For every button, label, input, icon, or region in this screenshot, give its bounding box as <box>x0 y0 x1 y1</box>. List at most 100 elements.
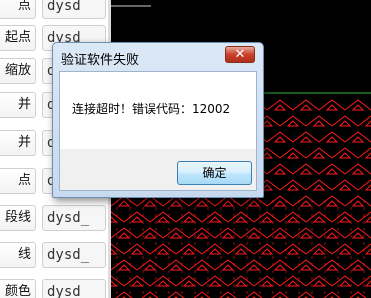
panel-row-button[interactable]: 颜色 <box>0 279 36 298</box>
error-message: 连接超时！错误代码：12002 <box>72 102 231 116</box>
pattern-triangle <box>182 248 196 255</box>
pattern-triangle <box>351 168 365 175</box>
pattern-triangle <box>312 184 326 191</box>
pattern-triangle <box>286 248 300 255</box>
panel-row-button[interactable]: 段线 <box>0 205 36 231</box>
pattern-triangle <box>312 280 326 287</box>
pattern-triangle <box>130 248 144 255</box>
pattern-triangle <box>247 200 261 207</box>
pattern-triangle <box>260 248 274 255</box>
dialog-title: 验证软件失败 <box>61 53 140 68</box>
pattern-triangle <box>286 280 300 287</box>
pattern-chevron <box>357 275 371 287</box>
pattern-triangle <box>351 264 365 271</box>
pattern-triangle <box>221 232 235 239</box>
pattern-triangle <box>156 216 170 223</box>
pattern-chevron <box>357 147 371 159</box>
pattern-triangle <box>312 120 326 127</box>
pattern-triangle <box>299 136 313 143</box>
pattern-triangle <box>156 248 170 255</box>
pattern-triangle <box>143 200 157 207</box>
pattern-triangle <box>273 136 287 143</box>
pattern-triangle <box>325 168 339 175</box>
pattern-triangle <box>299 200 313 207</box>
close-icon: ✕ <box>234 47 246 62</box>
pattern-triangle <box>208 280 222 287</box>
pattern-triangle <box>312 248 326 255</box>
pattern-triangle <box>338 248 352 255</box>
panel-row-input[interactable]: dysd_ <box>42 205 106 231</box>
panel-row-button[interactable]: 并 <box>0 92 36 118</box>
pattern-triangle <box>111 216 118 223</box>
pattern-triangle <box>182 280 196 287</box>
pattern-chevron <box>357 179 371 191</box>
pattern-triangle <box>338 280 352 287</box>
pattern-triangle <box>364 216 371 223</box>
pattern-triangle <box>325 232 339 239</box>
panel-row-button[interactable]: 并 <box>0 130 36 156</box>
pattern-triangle <box>143 232 157 239</box>
pattern-triangle <box>286 120 300 127</box>
ok-button[interactable]: 确定 <box>177 161 252 185</box>
pattern-triangle <box>234 248 248 255</box>
pattern-triangle <box>169 232 183 239</box>
pattern-triangle <box>351 104 365 111</box>
pattern-triangle <box>351 200 365 207</box>
pattern-chevron <box>111 243 125 255</box>
pattern-triangle <box>234 280 248 287</box>
pattern-triangle <box>338 184 352 191</box>
message-area: 连接超时！错误代码：12002 <box>60 72 256 149</box>
panel-row: 颜色 dysd <box>0 279 108 298</box>
pattern-triangle <box>169 264 183 271</box>
pattern-triangle <box>247 232 261 239</box>
pattern-triangle <box>234 216 248 223</box>
pattern-triangle <box>299 168 313 175</box>
close-button[interactable]: ✕ <box>225 46 255 63</box>
pattern-triangle <box>286 184 300 191</box>
pattern-triangle <box>338 216 352 223</box>
pattern-triangle <box>325 136 339 143</box>
pattern-triangle <box>273 200 287 207</box>
pattern-triangle <box>312 216 326 223</box>
pattern-triangle <box>260 216 274 223</box>
pattern-triangle <box>364 152 371 159</box>
pattern-triangle <box>195 264 209 271</box>
pattern-triangle <box>364 184 371 191</box>
pattern-triangle <box>286 152 300 159</box>
pattern-triangle <box>195 200 209 207</box>
pattern-triangle <box>338 152 352 159</box>
panel-row-button[interactable]: 起点 <box>0 25 36 51</box>
pattern-triangle <box>273 264 287 271</box>
error-dialog: 验证软件失败 ✕ 连接超时！错误代码：12002 确定 <box>52 42 264 198</box>
pattern-triangle <box>364 120 371 127</box>
pattern-triangle <box>299 232 313 239</box>
pattern-triangle <box>273 232 287 239</box>
panel-row: 点 dysd <box>0 0 108 19</box>
panel-row-button[interactable]: 缩放 <box>0 58 36 84</box>
pattern-triangle <box>351 232 365 239</box>
pattern-triangle <box>208 248 222 255</box>
pattern-triangle <box>182 216 196 223</box>
pattern-chevron <box>357 115 371 127</box>
pattern-triangle <box>364 248 371 255</box>
pattern-triangle <box>156 280 170 287</box>
pattern-triangle <box>312 152 326 159</box>
pattern-triangle <box>325 104 339 111</box>
pattern-triangle <box>111 280 118 287</box>
panel-row-button[interactable]: 线 <box>0 242 36 268</box>
pattern-triangle <box>247 264 261 271</box>
panel-row-input[interactable]: dysd <box>42 0 106 19</box>
pattern-chevron <box>111 211 125 223</box>
pattern-triangle <box>325 264 339 271</box>
dialog-titlebar[interactable]: 验证软件失败 ✕ <box>53 43 263 71</box>
pattern-triangle <box>338 120 352 127</box>
panel-row: 线 dysd_ <box>0 242 108 268</box>
panel-row-input[interactable]: dysd_ <box>42 242 106 268</box>
pattern-triangle <box>221 200 235 207</box>
panel-row-button[interactable]: 点 <box>0 0 36 19</box>
pattern-chevron <box>111 275 125 287</box>
pattern-triangle <box>117 200 131 207</box>
panel-row-input[interactable]: dysd <box>42 279 106 298</box>
panel-row-button[interactable]: 点 <box>0 168 36 194</box>
pattern-triangle <box>260 280 274 287</box>
